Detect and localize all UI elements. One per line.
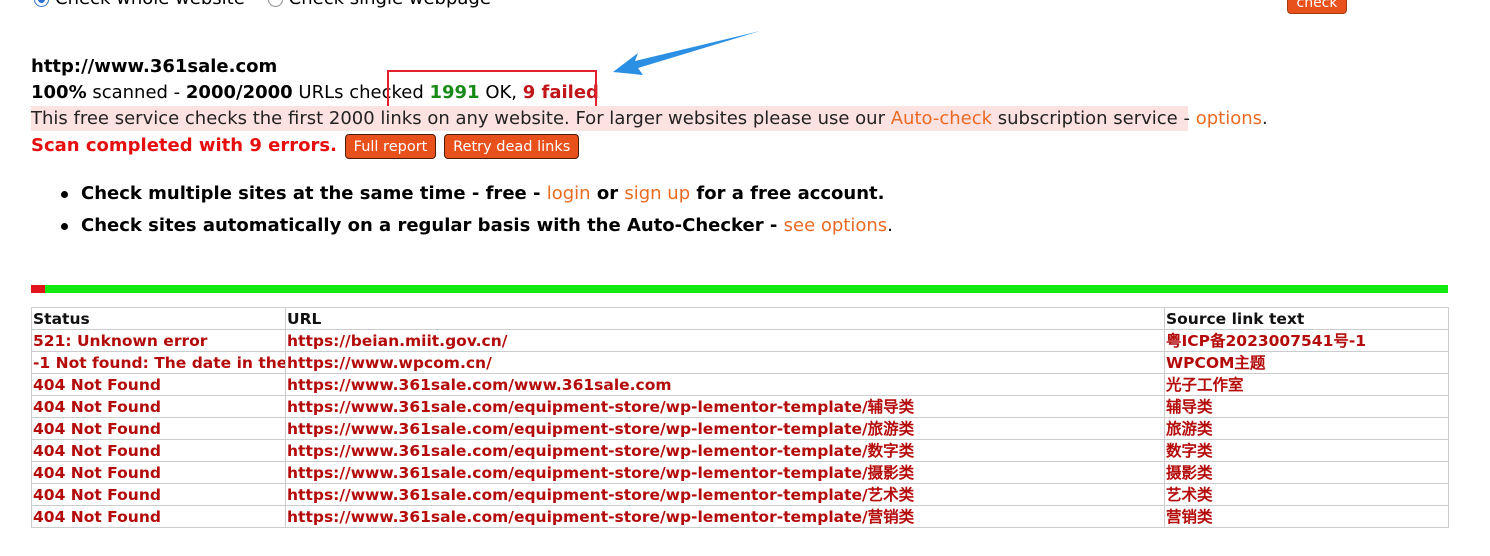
row-status: 404 Not Found bbox=[31, 373, 286, 396]
row-source-text: WPCOM主题 bbox=[1164, 351, 1449, 374]
notice-end-text: . bbox=[1262, 108, 1268, 129]
row-status: 404 Not Found bbox=[31, 417, 286, 440]
table-row: 521: Unknown error https://beian.miit.go… bbox=[31, 329, 1449, 352]
row-url-link[interactable]: https://www.361sale.com/equipment-store/… bbox=[285, 483, 1165, 506]
row-status: 404 Not Found bbox=[31, 395, 286, 418]
row-url-link[interactable]: https://www.wpcom.cn/ bbox=[285, 351, 1165, 374]
row-url-link[interactable]: https://www.361sale.com/equipment-store/… bbox=[285, 461, 1165, 484]
feature-item-text: Check sites automatically on a regular b… bbox=[81, 215, 784, 236]
row-status: 404 Not Found bbox=[31, 483, 286, 506]
feature-item-text: Check multiple sites at the same time - … bbox=[81, 183, 547, 204]
scan-percent: 100% bbox=[31, 82, 87, 103]
row-source-text: 营销类 bbox=[1164, 505, 1449, 528]
see-options-link[interactable]: see options bbox=[784, 215, 888, 236]
radio-single-webpage[interactable] bbox=[267, 0, 283, 7]
sign-up-link[interactable]: sign up bbox=[624, 183, 690, 204]
column-header-source: Source link text bbox=[1164, 307, 1449, 330]
radio-whole-website[interactable] bbox=[34, 0, 49, 7]
scanned-site-url: http://www.361sale.com bbox=[31, 56, 278, 77]
table-row: 404 Not Found https://www.361sale.com/eq… bbox=[31, 439, 1449, 462]
full-report-button[interactable]: Full report bbox=[344, 133, 437, 159]
results-table: Status URL Source link text 521: Unknown… bbox=[31, 307, 1449, 528]
row-source-text: 艺术类 bbox=[1164, 483, 1449, 506]
notice-text: This free service checks the first 2000 … bbox=[31, 108, 891, 129]
row-status: -1 Not found: The date in the certificat… bbox=[31, 351, 286, 374]
free-service-notice: This free service checks the first 2000 … bbox=[31, 106, 1268, 131]
table-row: -1 Not found: The date in the certificat… bbox=[31, 351, 1449, 374]
row-source-text: 摄影类 bbox=[1164, 461, 1449, 484]
row-status: 404 Not Found bbox=[31, 461, 286, 484]
row-status: 404 Not Found bbox=[31, 505, 286, 528]
radio-single-webpage-label[interactable]: Check single webpage bbox=[289, 0, 491, 9]
row-source-text: 辅导类 bbox=[1164, 395, 1449, 418]
scanned-text: scanned - bbox=[86, 82, 186, 103]
radio-whole-website-label[interactable]: Check whole website bbox=[55, 0, 245, 9]
row-status: 404 Not Found bbox=[31, 439, 286, 462]
table-row: 404 Not Found https://www.361sale.com/eq… bbox=[31, 395, 1449, 418]
table-row: 404 Not Found https://www.361sale.com/eq… bbox=[31, 461, 1449, 484]
scan-progress-bar bbox=[31, 285, 1448, 293]
table-row: 404 Not Found https://www.361sale.com/eq… bbox=[31, 483, 1449, 506]
row-url-link[interactable]: https://beian.miit.gov.cn/ bbox=[285, 329, 1165, 352]
row-source-text: 旅游类 bbox=[1164, 417, 1449, 440]
progress-failed-segment bbox=[31, 285, 45, 293]
feature-item-end-text: . bbox=[887, 215, 893, 236]
scan-mode-options: Check whole website Check single webpage bbox=[34, 0, 491, 10]
row-url-link[interactable]: https://www.361sale.com/equipment-store/… bbox=[285, 505, 1165, 528]
row-url-link[interactable]: https://www.361sale.com/equipment-store/… bbox=[285, 417, 1165, 440]
feature-item-multiple-sites: Check multiple sites at the same time - … bbox=[58, 180, 893, 212]
row-status: 521: Unknown error bbox=[31, 329, 286, 352]
annotation-arrow-icon bbox=[613, 31, 760, 75]
feature-item-end-text: for a free account. bbox=[690, 183, 885, 204]
auto-check-link[interactable]: Auto-check bbox=[891, 108, 992, 129]
table-row: 404 Not Found https://www.361sale.com/eq… bbox=[31, 505, 1449, 528]
row-url-link[interactable]: https://www.361sale.com/www.361sale.com bbox=[285, 373, 1165, 396]
feature-list: Check multiple sites at the same time - … bbox=[58, 180, 893, 244]
column-header-url: URL bbox=[285, 307, 1165, 330]
feature-item-auto-checker: Check sites automatically on a regular b… bbox=[58, 212, 893, 244]
scan-completed-row: Scan completed with 9 errors. Full repor… bbox=[31, 132, 580, 160]
table-row: 404 Not Found https://www.361sale.com/ww… bbox=[31, 373, 1449, 396]
table-header-row: Status URL Source link text bbox=[31, 307, 1449, 330]
check-button[interactable]: check bbox=[1287, 0, 1347, 14]
row-url-link[interactable]: https://www.361sale.com/equipment-store/… bbox=[285, 439, 1165, 462]
column-header-status: Status bbox=[31, 307, 286, 330]
retry-dead-links-button[interactable]: Retry dead links bbox=[444, 133, 580, 159]
login-link[interactable]: login bbox=[547, 183, 591, 204]
row-source-text: 光子工作室 bbox=[1164, 373, 1449, 396]
scan-completed-message: Scan completed with 9 errors. bbox=[31, 135, 337, 156]
options-link[interactable]: options bbox=[1196, 108, 1262, 129]
table-row: 404 Not Found https://www.361sale.com/eq… bbox=[31, 417, 1449, 440]
or-text: or bbox=[590, 183, 625, 204]
notice-middle-text: subscription service - bbox=[992, 108, 1196, 129]
row-source-text: 粤ICP备2023007541号-1 bbox=[1164, 329, 1449, 352]
row-url-link[interactable]: https://www.361sale.com/equipment-store/… bbox=[285, 395, 1165, 418]
row-source-text: 数字类 bbox=[1164, 439, 1449, 462]
checked-fraction: 2000/2000 bbox=[185, 82, 293, 103]
